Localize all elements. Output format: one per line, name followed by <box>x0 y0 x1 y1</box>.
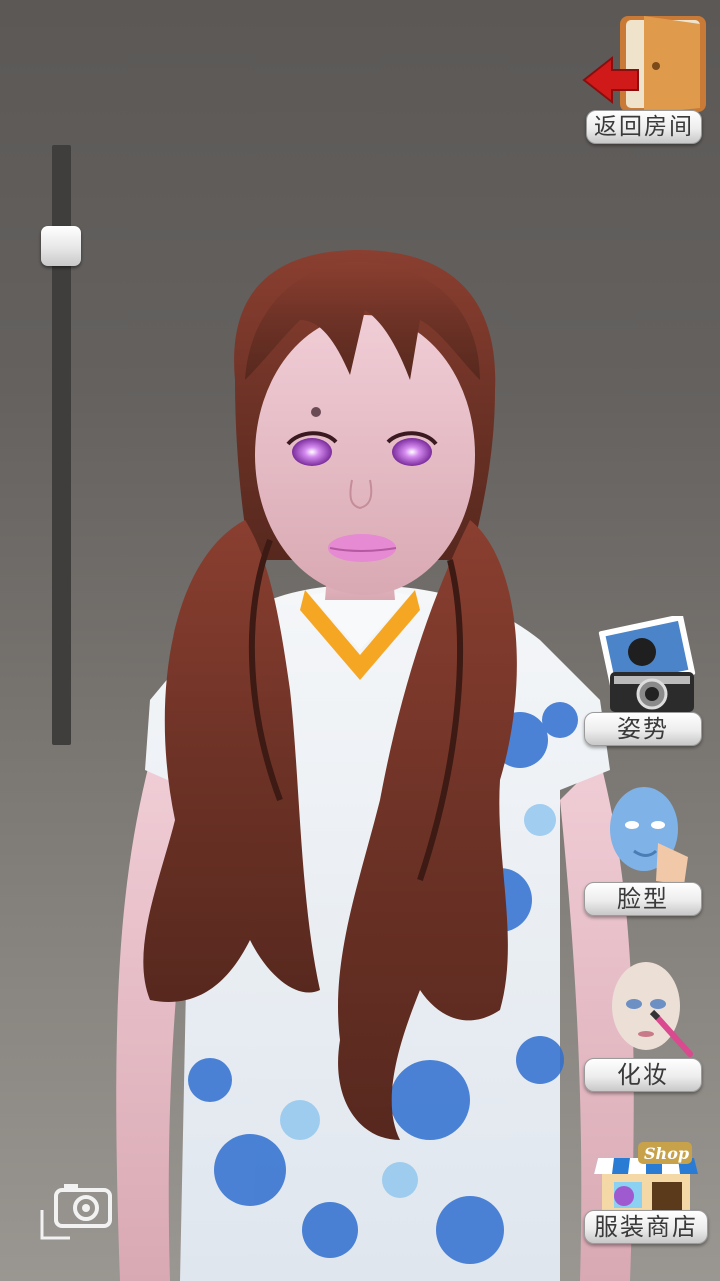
makeup-brush-icon <box>612 962 693 1057</box>
clothing-shop-label: 服装商店 <box>584 1210 708 1244</box>
makeup-label: 化妆 <box>584 1058 702 1092</box>
makeup-button[interactable]: 化妆 <box>584 958 708 1092</box>
snapshot-button[interactable] <box>40 1180 114 1242</box>
pose-button[interactable]: 姿势 <box>584 616 708 746</box>
clothing-shop-button[interactable]: Shop 服装商店 <box>584 1140 708 1250</box>
face-shape-label: 脸型 <box>584 882 702 916</box>
back-to-room-button[interactable]: 返回房间 <box>582 14 706 144</box>
pose-label: 姿势 <box>584 712 702 746</box>
photo-camera-icon <box>598 616 696 712</box>
face-shape-icon <box>610 787 688 885</box>
face-shape-button[interactable]: 脸型 <box>582 785 706 916</box>
shop-sign: Shop <box>644 1144 690 1163</box>
back-to-room-label: 返回房间 <box>586 110 702 144</box>
camera-icon <box>40 1184 112 1240</box>
exit-door-icon <box>582 16 706 114</box>
